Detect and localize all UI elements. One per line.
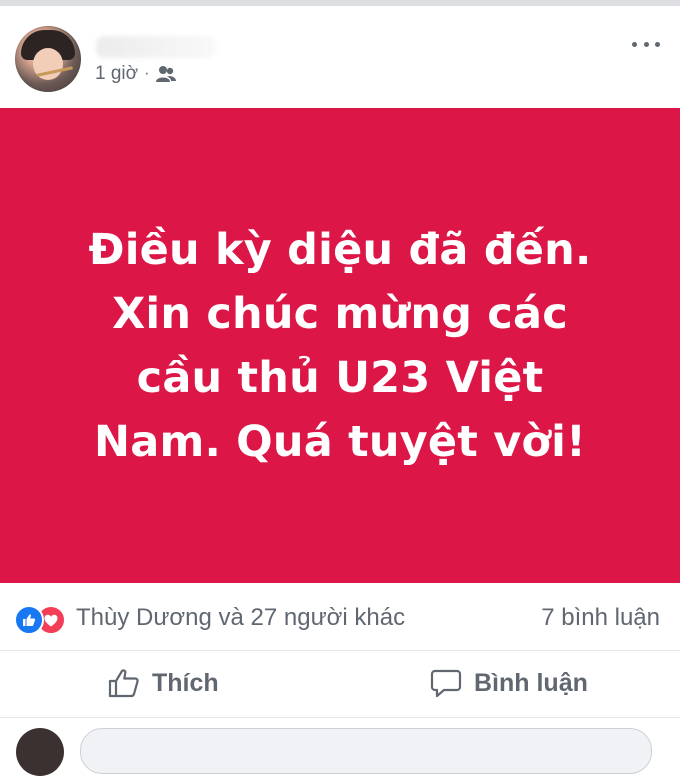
comment-composer-peek [0,718,680,776]
author-avatar[interactable] [15,26,81,92]
banner-line-3: cầu thủ U23 Việt [136,352,544,403]
comment-button[interactable]: Bình luận [430,663,588,703]
banner-line-2: Xin chúc mừng các [112,288,568,339]
banner-line-4: Nam. Quá tuyệt vời! [94,416,586,467]
reaction-summary[interactable]: Thùy Dương và 27 người khác [76,604,405,632]
comment-button-label: Bình luận [474,668,588,697]
post-header: 1 giờ · [0,6,680,107]
meta-separator: · [144,65,150,82]
more-horizontal-icon[interactable] [632,38,660,50]
post-time[interactable]: 1 giờ [95,63,138,85]
post-text-banner: Điều kỳ diệu đã đến. Xin chúc mừng các c… [0,108,680,583]
like-button[interactable]: Thích [108,663,219,703]
post-actions: Thích Bình luận [0,651,680,718]
author-name-blurred[interactable] [96,36,216,58]
reactions-bar: Thùy Dương và 27 người khác 7 bình luận [0,588,680,651]
comments-count[interactable]: 7 bình luận [541,604,660,632]
comment-input[interactable] [80,728,652,774]
banner-line-1: Điều kỳ diệu đã đến. [88,224,592,275]
banner-text: Điều kỳ diệu đã đến. Xin chúc mừng các c… [30,218,650,474]
post-meta: 1 giờ · [95,62,177,86]
like-reaction-icon [14,605,44,635]
viewer-avatar [16,728,64,776]
friends-icon[interactable] [155,65,177,83]
reaction-icons[interactable] [14,605,70,635]
comment-bubble-icon [430,669,462,698]
like-button-label: Thích [152,668,219,697]
thumbs-up-icon [108,669,139,698]
